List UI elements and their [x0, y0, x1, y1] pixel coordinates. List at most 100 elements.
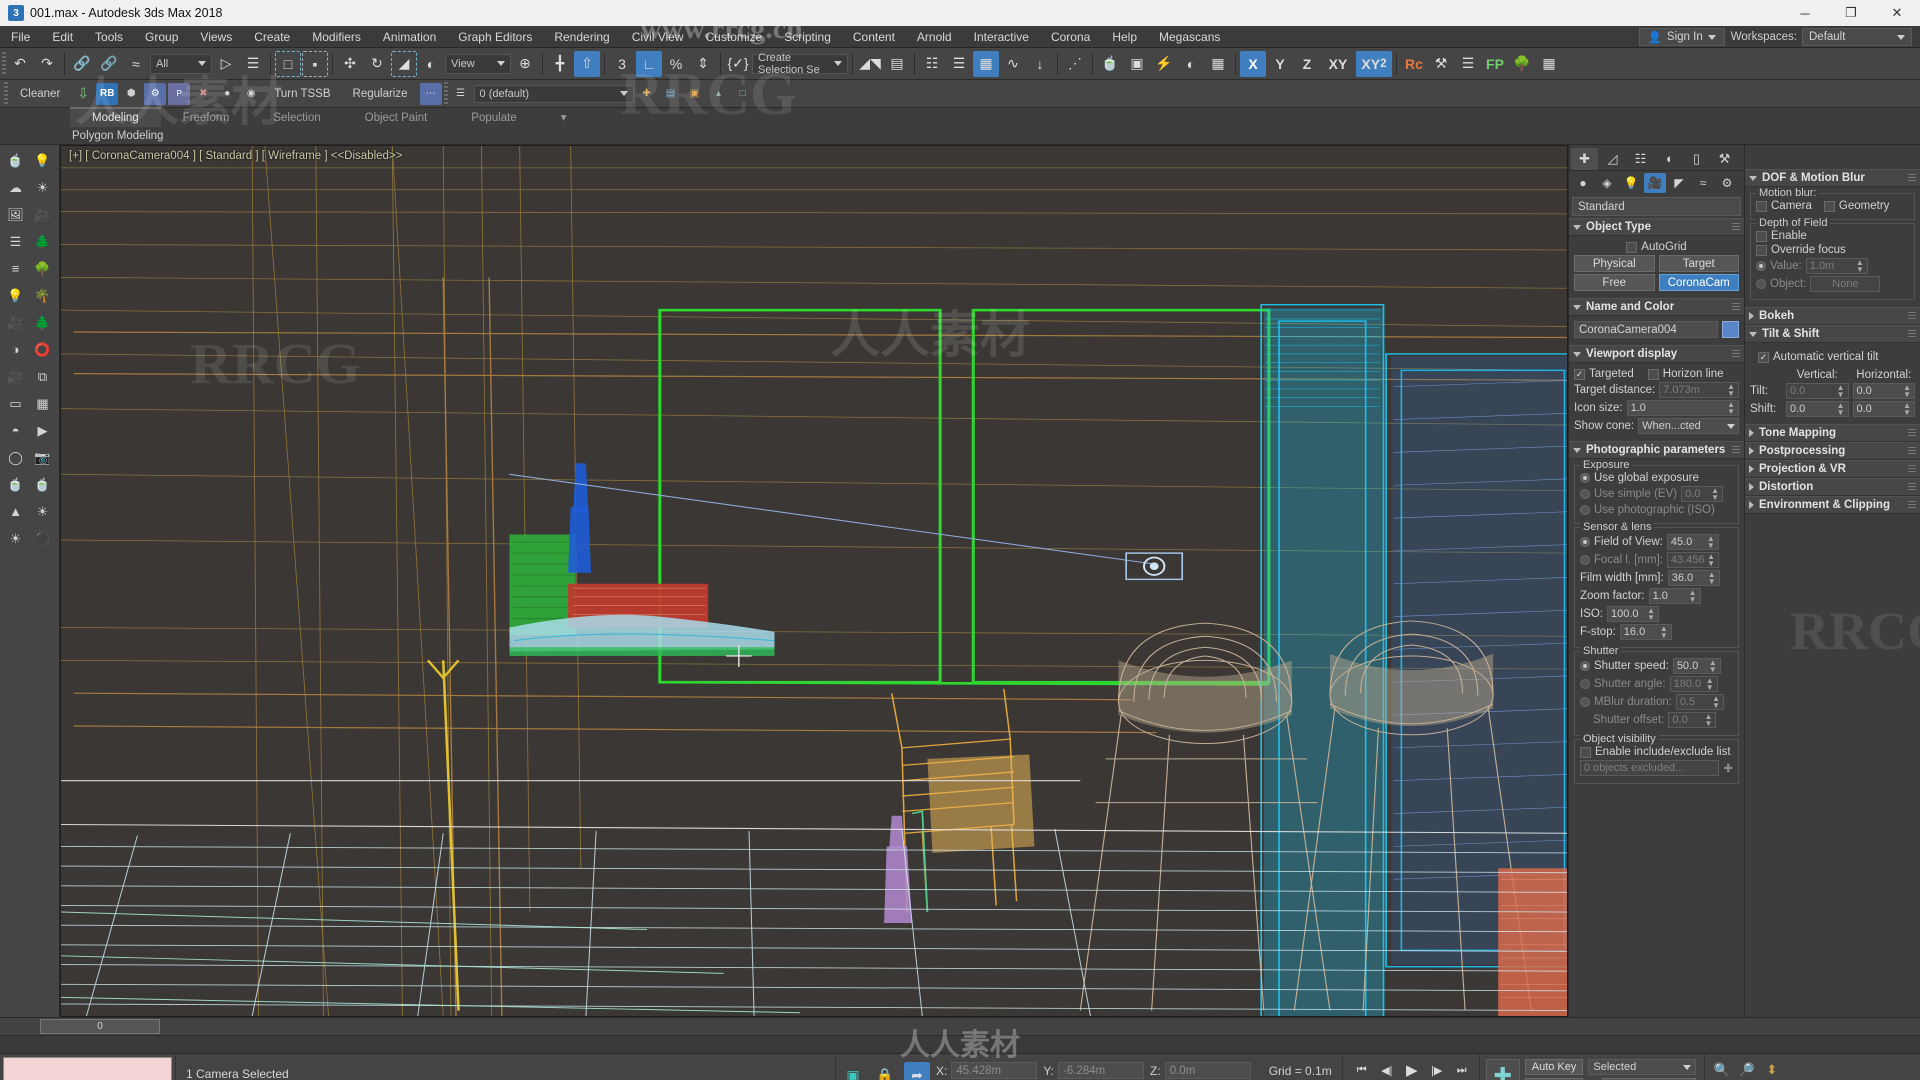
percent-snap-icon[interactable]: % — [663, 51, 689, 77]
snap-3d-icon[interactable]: 3 — [609, 51, 635, 77]
mblur-duration-spinner[interactable]: 0.5 ▲ ▼ — [1675, 694, 1724, 710]
shield-icon[interactable]: ⬢ — [120, 83, 142, 105]
dof-object-button[interactable]: None — [1810, 276, 1881, 292]
z-coord-field[interactable]: Z: 0.0m — [1150, 1062, 1251, 1079]
fstop-spinner[interactable]: 16.0 ▲ ▼ — [1619, 624, 1672, 640]
fov-spinner[interactable]: 45.0 ▲ ▼ — [1666, 534, 1719, 550]
grid-dots-icon[interactable]: ⋯ — [419, 82, 442, 105]
material-minus-icon[interactable]: ● — [216, 83, 238, 105]
rollout-header-bokeh[interactable]: Bokeh — [1745, 307, 1920, 325]
go-to-start-icon[interactable]: ⏮ — [1351, 1060, 1373, 1080]
lights-icon[interactable]: 💡 — [1620, 173, 1642, 193]
bind-to-space-warp-icon[interactable]: ≈ — [123, 51, 149, 77]
rollout-header-photographic-parameters[interactable]: Photographic parameters — [1569, 441, 1744, 459]
rollout-header-viewport-display[interactable]: Viewport display — [1569, 345, 1744, 363]
camera-icon[interactable]: 🎥 — [2, 309, 29, 336]
unlink-icon[interactable]: 🔗 — [96, 51, 122, 77]
dof-value-spinner[interactable]: 1.0m ▲ ▼ — [1805, 258, 1868, 274]
tilt-horizontal-spinner[interactable]: 0.0 ▲ ▼ — [1852, 383, 1915, 399]
helpers-icon[interactable]: ◤ — [1668, 173, 1690, 193]
select-link-icon[interactable]: 🔗 — [69, 51, 95, 77]
menu-item-file[interactable]: File — [0, 26, 41, 48]
rollout-header-object-type[interactable]: Object Type — [1569, 218, 1744, 236]
menu-item-edit[interactable]: Edit — [41, 26, 84, 48]
use-pivot-icon[interactable]: ╋ — [547, 51, 573, 77]
time-slider[interactable]: 0 — [40, 1019, 160, 1034]
go-to-end-icon[interactable]: ⏭ — [1451, 1060, 1473, 1080]
cameras-icon[interactable]: 🎥 — [1644, 173, 1666, 193]
object-color-swatch[interactable] — [1722, 321, 1739, 338]
target-camera-button[interactable]: Target — [1658, 255, 1739, 272]
menu-item-help[interactable]: Help — [1101, 26, 1148, 48]
rollout-header-distortion[interactable]: Distortion — [1745, 478, 1920, 496]
corona-render-icon[interactable]: Rc — [1401, 51, 1427, 77]
simple-ev-spinner[interactable]: 0.0 ▲ ▼ — [1681, 486, 1724, 502]
play-preview-icon[interactable]: ▶ — [29, 417, 56, 444]
show-cone-dropdown[interactable]: When...cted — [1638, 418, 1739, 434]
space-warps-icon[interactable]: ≈ — [1692, 173, 1714, 193]
menu-item-civil-view[interactable]: Civil View — [621, 26, 695, 48]
menu-item-group[interactable]: Group — [134, 26, 189, 48]
rollout-header-environment-clipping[interactable]: Environment & Clipping — [1745, 496, 1920, 514]
play-animation-icon[interactable]: ▶ — [1401, 1060, 1423, 1080]
ribbon-more-icon[interactable]: ▾ — [539, 109, 589, 127]
render-layers-icon[interactable]: ⧉ — [29, 363, 56, 390]
layer-dropdown[interactable]: 0 (default) — [473, 84, 634, 103]
shutter-angle-radio[interactable] — [1580, 679, 1590, 689]
forest-pro-icon[interactable]: 🌲 — [29, 309, 56, 336]
absolute-relative-toggle-icon[interactable]: ➦ — [904, 1062, 930, 1080]
corona-fp-icon[interactable]: FP — [1482, 51, 1508, 77]
frame-icon[interactable]: ▭ — [2, 390, 29, 417]
targeted-checkbox[interactable]: ✓ — [1574, 368, 1585, 380]
material-sphere-icon[interactable]: ◑ — [2, 336, 29, 363]
focal-length-spinner[interactable]: 43.456 ▲ ▼ — [1667, 552, 1720, 568]
ribbon-tab-modeling[interactable]: Modeling — [70, 107, 161, 127]
render-setup-icon[interactable]: ▣ — [1124, 51, 1150, 77]
layer-explorer-icon[interactable]: ▤ — [660, 83, 682, 105]
motion-blur-camera-checkbox[interactable] — [1756, 200, 1767, 212]
zoom-extents-icon[interactable]: ⬍ — [1759, 1058, 1784, 1080]
light-sketch-icon[interactable]: ☀ — [29, 498, 56, 525]
maxscript-mini-listener[interactable]: MAXScript Mi — [0, 1054, 175, 1080]
redo-icon[interactable]: ↷ — [34, 51, 60, 77]
x-coord-field[interactable]: X: 45.428m — [936, 1062, 1038, 1079]
schematic-view-icon[interactable]: ↓ — [1027, 51, 1053, 77]
menu-item-customize[interactable]: Customize — [695, 26, 774, 48]
use-center-icon[interactable]: ⊕ — [512, 51, 538, 77]
track-bar[interactable]: 0 — [0, 1018, 1920, 1036]
timeline-ruler[interactable] — [0, 1036, 1920, 1053]
zoom-icon[interactable]: 🔍 — [1709, 1058, 1734, 1080]
light-bulb-icon[interactable]: 💡 — [29, 147, 56, 174]
menu-item-animation[interactable]: Animation — [372, 26, 447, 48]
auto-vertical-tilt-checkbox[interactable]: ✓ — [1758, 351, 1769, 363]
rollout-header-tone-mapping[interactable]: Tone Mapping — [1745, 424, 1920, 442]
rollout-header-projection-vr[interactable]: Projection & VR — [1745, 460, 1920, 478]
camera-add-icon[interactable]: 📷 — [29, 444, 56, 471]
sphere-dark-icon[interactable]: ⚫ — [29, 525, 56, 552]
icon-size-spinner[interactable]: 1.0 ▲ ▼ — [1626, 400, 1739, 416]
menu-item-content[interactable]: Content — [842, 26, 906, 48]
menu-item-views[interactable]: Views — [189, 26, 243, 48]
auto-key-button[interactable]: Auto Key — [1524, 1059, 1584, 1075]
railclone-icon[interactable]: 🌳 — [29, 255, 56, 282]
dof-enable-checkbox[interactable] — [1756, 230, 1767, 242]
dof-value-radio[interactable] — [1756, 261, 1766, 271]
lock-selection-icon[interactable]: 🔒 — [872, 1062, 898, 1080]
camera-blue-icon[interactable]: 🎥 — [29, 201, 56, 228]
corona-list-icon[interactable]: ☰ — [1455, 51, 1481, 77]
menu-item-modifiers[interactable]: Modifiers — [301, 26, 372, 48]
corona-scatter-icon[interactable]: 🌳 — [1509, 51, 1535, 77]
previous-frame-icon[interactable]: ◀| — [1376, 1060, 1398, 1080]
use-global-exposure-radio[interactable] — [1580, 473, 1590, 483]
ribbon-tab-object-paint[interactable]: Object Paint — [343, 109, 450, 127]
wire-teapot-icon[interactable]: 🍵 — [2, 471, 29, 498]
select-object-icon[interactable]: ▷ — [213, 51, 239, 77]
teapot-outline-icon[interactable]: 🍵 — [29, 471, 56, 498]
spinner-snap-icon[interactable]: ⇕ — [690, 51, 716, 77]
maximize-button[interactable]: ❐ — [1828, 0, 1874, 26]
axis-y-button[interactable]: Y — [1267, 51, 1293, 77]
focal-length-radio[interactable] — [1580, 555, 1590, 565]
toolbar-grip[interactable] — [443, 81, 448, 106]
selection-lock-region-icon[interactable]: ▣ — [840, 1062, 866, 1080]
rollout-header-tilt-shift[interactable]: Tilt & Shift — [1745, 325, 1920, 343]
